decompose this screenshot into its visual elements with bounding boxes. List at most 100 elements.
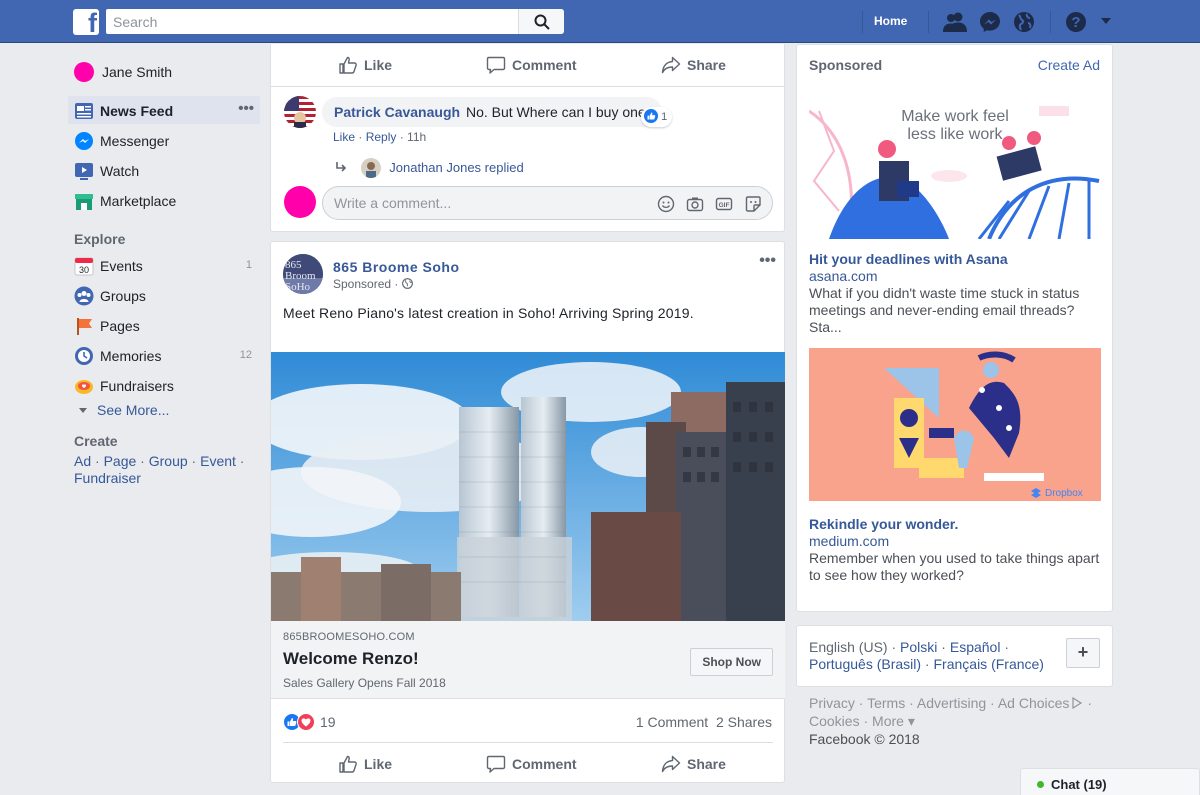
previous-post-card: Like Comment Share Patrick Cavanaugh No.…: [270, 44, 785, 232]
comment-like-link[interactable]: Like: [333, 130, 355, 144]
create-page-link[interactable]: Page: [104, 453, 137, 469]
create-group-link[interactable]: Group: [149, 453, 188, 469]
gif-icon[interactable]: GIF: [715, 195, 733, 213]
more-options-icon[interactable]: •••: [238, 100, 254, 117]
comments-count-link[interactable]: 1 Comment: [636, 714, 708, 730]
svg-text:GIF: GIF: [719, 202, 730, 209]
current-language: English (US): [809, 639, 888, 655]
comment-author-link[interactable]: Patrick Cavanaugh: [334, 104, 460, 120]
ad-image-asana[interactable]: Make work feel less like work: [809, 91, 1101, 239]
post-image[interactable]: [271, 352, 785, 621]
sidebar-item-label: Events: [100, 258, 143, 274]
ad-title-medium[interactable]: Rekindle your wonder.: [809, 516, 958, 532]
notifications-globe-icon[interactable]: [1012, 10, 1036, 34]
facebook-logo-icon[interactable]: f: [73, 9, 99, 35]
friend-requests-icon[interactable]: [943, 10, 967, 34]
language-link[interactable]: Español: [950, 639, 1001, 655]
ad-title-asana[interactable]: Hit your deadlines with Asana: [809, 251, 1008, 267]
footer-link[interactable]: Privacy: [809, 695, 855, 711]
sidebar-item-watch[interactable]: Watch: [68, 156, 260, 184]
page-avatar[interactable]: 865 Broom SoHo: [283, 254, 323, 294]
svg-text:?: ?: [1071, 14, 1080, 31]
footer-link[interactable]: Advertising: [917, 695, 986, 711]
camera-icon[interactable]: [686, 195, 704, 213]
comment-input[interactable]: [334, 195, 634, 211]
search-button[interactable]: [518, 9, 564, 34]
shares-count-link[interactable]: 2 Shares: [716, 714, 772, 730]
news-feed-icon: [75, 103, 93, 119]
language-selector: English (US) · Polski · Español · Portug…: [796, 625, 1113, 687]
divider: [271, 86, 785, 87]
create-fundraiser-link[interactable]: Fundraiser: [74, 470, 141, 486]
ad-domain-asana[interactable]: asana.com: [809, 268, 877, 284]
account-menu-caret-icon[interactable]: [1101, 18, 1111, 24]
online-status-icon: [1037, 781, 1044, 788]
footer-link[interactable]: More: [872, 713, 904, 729]
chevron-down-icon: [79, 408, 87, 413]
sidebar-item-events[interactable]: 30 Events 1: [68, 251, 260, 279]
link-title: Welcome Renzo!: [283, 649, 419, 668]
sidebar-item-label: Memories: [100, 348, 162, 364]
link-subtitle: Sales Gallery Opens Fall 2018: [283, 676, 446, 690]
more-languages-button[interactable]: +: [1066, 638, 1100, 668]
sidebar-item-news-feed[interactable]: News Feed •••: [68, 96, 260, 124]
footer-link[interactable]: Cookies: [809, 713, 860, 729]
create-event-link[interactable]: Event: [200, 453, 236, 469]
language-link[interactable]: Français (France): [934, 656, 1044, 672]
search-input[interactable]: [106, 9, 516, 34]
sidebar-item-memories[interactable]: Memories 12: [68, 341, 260, 369]
see-more-link[interactable]: See More...: [74, 402, 169, 418]
comment-like-count[interactable]: 1: [641, 107, 673, 127]
comment-reply-link[interactable]: Reply: [366, 130, 397, 144]
comment-label: Comment: [512, 756, 577, 772]
create-ad-link[interactable]: Ad: [74, 453, 91, 469]
post-actions: Like Comment Share: [271, 45, 785, 85]
like-label: Like: [364, 756, 393, 772]
memories-clock-icon: [75, 347, 93, 365]
share-icon: [661, 56, 681, 74]
help-icon[interactable]: ?: [1064, 10, 1088, 34]
emoji-icon[interactable]: [657, 195, 675, 213]
svg-text:less like work: less like work: [907, 126, 1003, 143]
language-link[interactable]: Português (Brasil): [809, 656, 921, 672]
language-link[interactable]: Polski: [900, 639, 937, 655]
sidebar-item-fundraisers[interactable]: Fundraisers: [68, 371, 260, 399]
comment-timestamp: 11h: [407, 130, 427, 144]
link-preview[interactable]: 865BROOMESOHO.COM Welcome Renzo! Sales G…: [271, 621, 785, 699]
write-comment-box: GIF: [322, 186, 773, 220]
chat-sidebar-toggle[interactable]: Chat (19): [1020, 768, 1200, 795]
nav-divider: [1050, 11, 1051, 33]
messenger-icon[interactable]: [978, 10, 1002, 34]
sidebar-item-pages[interactable]: Pages: [68, 311, 260, 339]
svg-text:30: 30: [79, 265, 89, 275]
page-name-link[interactable]: 865 Broome Soho: [333, 259, 460, 275]
footer-link[interactable]: Ad Choices: [998, 695, 1070, 711]
us-flag-avatar-icon: [284, 96, 316, 128]
ad-image-medium[interactable]: Dropbox: [809, 348, 1101, 501]
commenter-avatar[interactable]: [284, 96, 316, 128]
messenger-icon: [75, 132, 93, 150]
comment-icon: [486, 755, 506, 773]
replies-link[interactable]: Jonathan Jones replied: [335, 158, 524, 178]
post-options-icon[interactable]: •••: [759, 252, 776, 270]
home-link[interactable]: Home: [864, 10, 917, 32]
create-links: Ad · Page · Group · Event · Fundraiser: [74, 453, 245, 486]
ad-domain-medium[interactable]: medium.com: [809, 533, 889, 549]
sidebar-item-groups[interactable]: Groups: [68, 281, 260, 309]
share-label: Share: [687, 756, 726, 772]
share-label: Share: [687, 57, 726, 73]
watch-icon: [75, 163, 93, 180]
create-ad-link[interactable]: Create Ad: [1038, 57, 1100, 73]
link-domain: 865BROOMESOHO.COM: [283, 631, 415, 643]
shop-now-button[interactable]: Shop Now: [690, 648, 773, 676]
sponsored-sidebar: Sponsored Create Ad Make work feel less …: [796, 44, 1113, 612]
like-reaction-icon: [644, 109, 658, 123]
sticker-icon[interactable]: [744, 195, 762, 213]
sponsored-heading: Sponsored: [809, 57, 883, 73]
ad-description-medium: Remember when you used to take things ap…: [809, 550, 1100, 583]
avatar: [74, 62, 94, 82]
sidebar-item-messenger[interactable]: Messenger: [68, 126, 260, 154]
sidebar-item-marketplace[interactable]: Marketplace: [68, 186, 260, 214]
footer-link[interactable]: Terms: [867, 695, 905, 711]
post-actions: Like Comment Share: [271, 744, 785, 784]
